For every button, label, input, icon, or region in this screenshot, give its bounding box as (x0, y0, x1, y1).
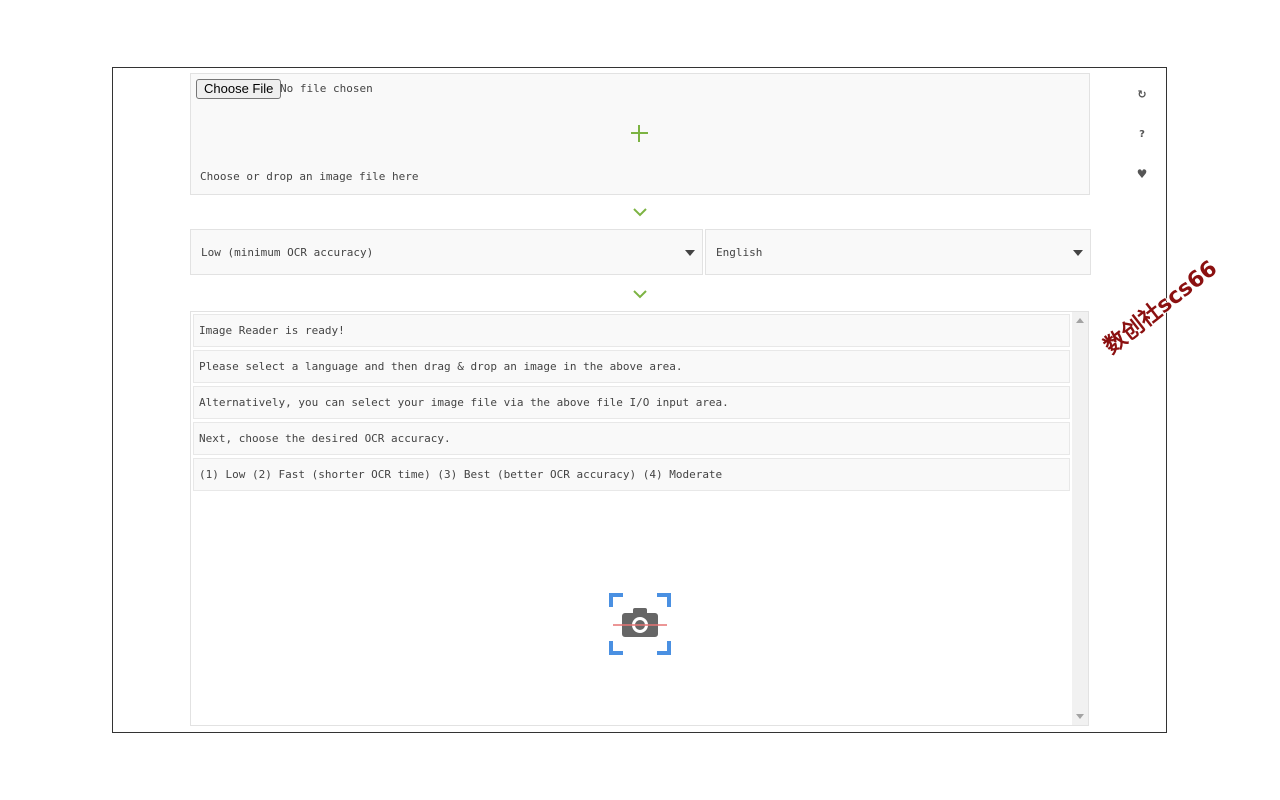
log-line: (1) Low (2) Fast (shorter OCR time) (3) … (193, 458, 1070, 491)
chevron-down-icon (633, 290, 647, 299)
dropdown-caret-icon (685, 250, 695, 256)
plus-icon[interactable] (631, 125, 648, 142)
language-select-value: English (716, 246, 763, 259)
accuracy-select[interactable]: Low (minimum OCR accuracy) (190, 229, 703, 275)
scroll-down-icon[interactable] (1076, 714, 1084, 719)
log-line: Next, choose the desired OCR accuracy. (193, 422, 1070, 455)
accuracy-select-value: Low (minimum OCR accuracy) (201, 246, 374, 259)
log-line: Image Reader is ready! (193, 314, 1070, 347)
language-select[interactable]: English (705, 229, 1091, 275)
dropzone-hint: Choose or drop an image file here (200, 170, 419, 183)
scroll-up-icon[interactable] (1076, 318, 1084, 323)
reload-icon[interactable]: ↻ (1134, 86, 1150, 102)
log-line: Please select a language and then drag &… (193, 350, 1070, 383)
choose-file-button[interactable]: Choose File (196, 79, 282, 99)
help-icon[interactable]: ? (1134, 126, 1150, 142)
chevron-down-icon (633, 208, 647, 217)
heart-icon[interactable]: ♥ (1134, 166, 1150, 182)
dropdown-caret-icon (1073, 250, 1083, 256)
log-line: Alternatively, you can select your image… (193, 386, 1070, 419)
camera-scan-icon[interactable] (609, 593, 671, 655)
file-status-text: No file chosen (280, 82, 373, 95)
log-scrollbar[interactable] (1072, 312, 1088, 725)
